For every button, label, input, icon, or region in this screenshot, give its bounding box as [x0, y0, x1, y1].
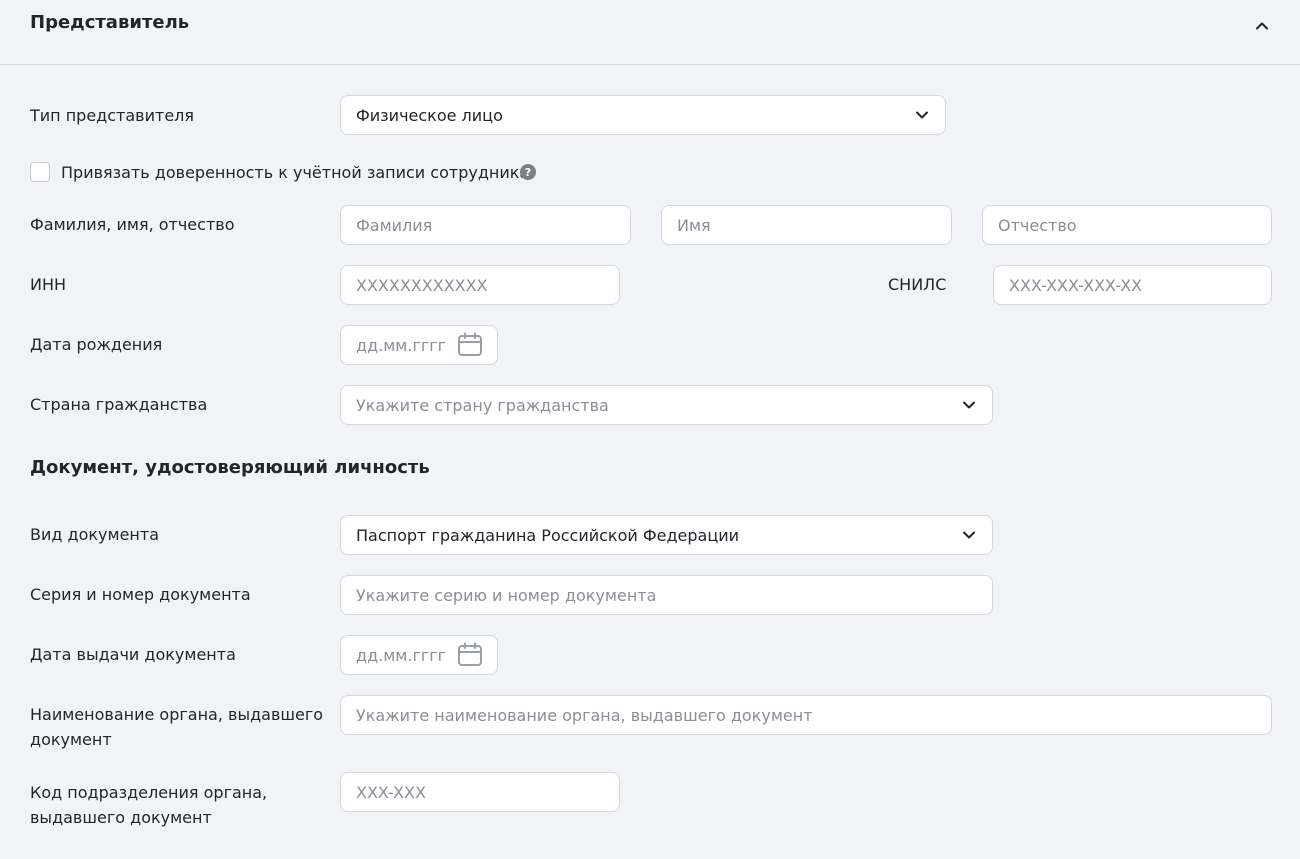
section-header: Представитель [0, 0, 1300, 65]
issuer-label-line1: Наименование органа, выдавшего [30, 705, 324, 724]
link-account-label[interactable]: Привязать доверенность к учётной записи … [61, 160, 529, 185]
chevron-up-icon [1256, 22, 1268, 30]
doc-number-input[interactable] [356, 585, 977, 605]
dept-code-label-line1: Код подразделения органа, [30, 783, 268, 802]
snils-label: СНИЛС [888, 275, 947, 294]
doc-number-field[interactable] [340, 575, 993, 615]
collapse-button[interactable] [1248, 12, 1276, 40]
birth-date-field[interactable] [340, 325, 498, 365]
question-circle-icon[interactable]: ? [520, 164, 536, 180]
rep-type-label: Тип представителя [30, 106, 195, 125]
issuer-field[interactable] [340, 695, 1272, 735]
inn-label: ИНН [30, 275, 67, 294]
citizenship-placeholder: Укажите страну гражданства [356, 395, 609, 415]
issue-date-input[interactable] [356, 645, 456, 665]
chevron-down-icon [961, 527, 977, 543]
name-input[interactable] [677, 215, 936, 235]
issuer-input[interactable] [356, 705, 1256, 725]
dept-code-field[interactable] [340, 772, 620, 812]
snils-input[interactable] [1009, 275, 1256, 295]
rep-type-value: Физическое лицо [356, 105, 503, 125]
inn-field[interactable] [340, 265, 620, 305]
surname-input[interactable] [356, 215, 615, 235]
surname-field[interactable] [340, 205, 631, 245]
document-section-title: Документ, удостоверяющий личность [30, 457, 430, 478]
patronymic-input[interactable] [998, 215, 1256, 235]
citizenship-select[interactable]: Укажите страну гражданства [340, 385, 993, 425]
doc-type-select[interactable]: Паспорт гражданина Российской Федерации [340, 515, 993, 555]
rep-type-select[interactable]: Физическое лицо [340, 95, 946, 135]
doc-type-value: Паспорт гражданина Российской Федерации [356, 525, 740, 545]
link-account-checkbox[interactable] [30, 162, 50, 182]
full-name-label: Фамилия, имя, отчество [30, 215, 235, 234]
patronymic-field[interactable] [982, 205, 1272, 245]
dept-code-label: Код подразделения органа, выдавшего доку… [30, 780, 267, 830]
calendar-icon[interactable] [456, 331, 484, 359]
issue-date-label: Дата выдачи документа [30, 645, 236, 664]
dept-code-input[interactable] [356, 782, 604, 802]
chevron-down-icon [961, 397, 977, 413]
calendar-icon[interactable] [456, 641, 484, 669]
name-field[interactable] [661, 205, 952, 245]
birth-date-input[interactable] [356, 335, 456, 355]
birth-date-label: Дата рождения [30, 335, 163, 354]
section-title: Представитель [30, 12, 190, 33]
citizenship-label: Страна гражданства [30, 395, 208, 414]
issue-date-field[interactable] [340, 635, 498, 675]
chevron-down-icon [914, 107, 930, 123]
doc-number-label: Серия и номер документа [30, 585, 251, 604]
issuer-label-line2: документ [30, 730, 112, 749]
issuer-label: Наименование органа, выдавшего документ [30, 702, 323, 752]
snils-field[interactable] [993, 265, 1272, 305]
dept-code-label-line2: выдавшего документ [30, 808, 212, 827]
doc-type-label: Вид документа [30, 525, 160, 544]
inn-input[interactable] [356, 275, 604, 295]
